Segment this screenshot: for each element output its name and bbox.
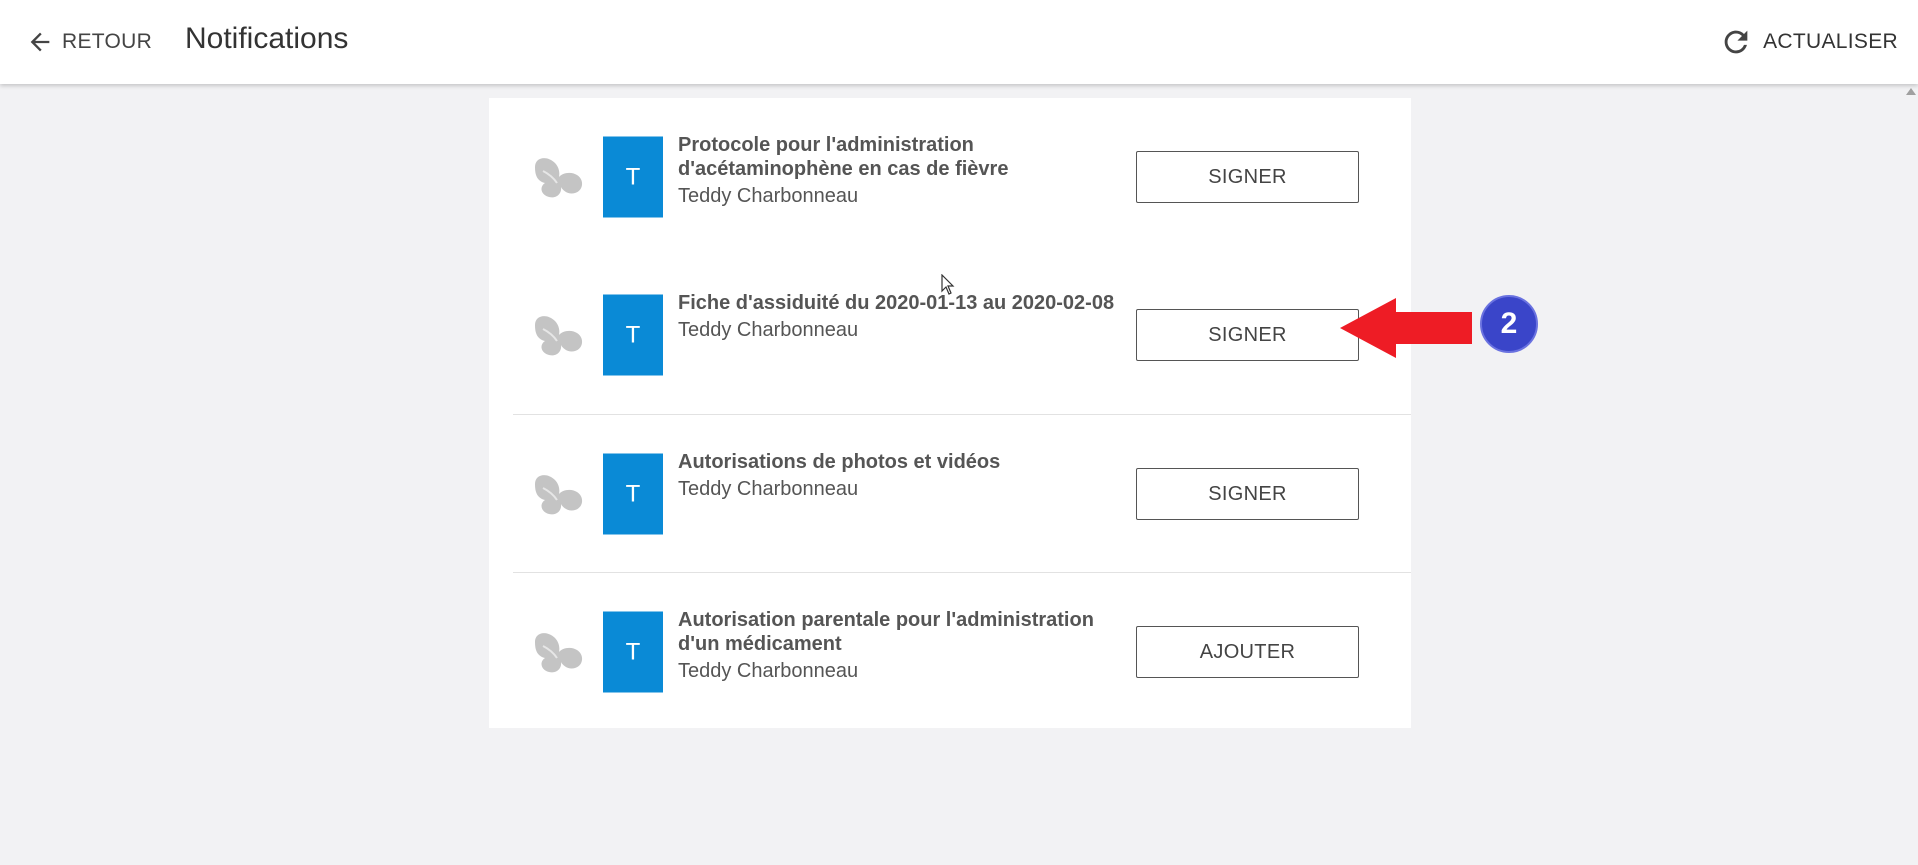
- notification-item: T Autorisations de photos et vidéos Tedd…: [513, 414, 1411, 573]
- sign-button[interactable]: SIGNER: [1136, 468, 1359, 520]
- refresh-label: ACTUALISER: [1763, 30, 1898, 53]
- sign-button[interactable]: SIGNER: [1136, 151, 1359, 203]
- notification-item: T Protocole pour l'administration d'acét…: [513, 98, 1411, 256]
- notification-author: Teddy Charbonneau: [678, 478, 859, 500]
- avatar: T: [603, 136, 663, 218]
- page-title: Notifications: [185, 22, 349, 55]
- notification-title: Autorisation parentale pour l'administra…: [678, 609, 1094, 655]
- notification-info: Autorisation parentale pour l'administra…: [678, 608, 1128, 683]
- arrow-left-icon: [30, 32, 50, 52]
- butterfly-icon: [535, 158, 583, 198]
- notification-info: Fiche d'assiduité du 2020-01-13 au 2020-…: [678, 291, 1128, 342]
- notification-info: Protocole pour l'administration d'acétam…: [678, 133, 1128, 208]
- notification-author: Teddy Charbonneau: [678, 660, 859, 682]
- add-button[interactable]: AJOUTER: [1136, 626, 1359, 678]
- notification-title: Protocole pour l'administration d'acétam…: [678, 134, 1009, 180]
- back-button[interactable]: RETOUR: [26, 26, 152, 58]
- notification-item: T Autorisation parentale pour l'administ…: [513, 572, 1411, 731]
- butterfly-icon: [535, 633, 583, 673]
- avatar: T: [603, 611, 663, 693]
- step-badge: 2: [1480, 295, 1538, 353]
- top-app-bar: RETOUR Notifications ACTUALISER: [0, 0, 1918, 84]
- back-label: RETOUR: [62, 30, 153, 53]
- avatar: T: [603, 294, 663, 376]
- mouse-cursor-icon: [941, 274, 955, 295]
- notification-info: Autorisations de photos et vidéos Teddy …: [678, 450, 1128, 501]
- scrollbar-up-arrow[interactable]: [1906, 88, 1916, 95]
- butterfly-icon: [535, 475, 583, 515]
- notification-author: Teddy Charbonneau: [678, 185, 859, 207]
- notification-title: Fiche d'assiduité du 2020-01-13 au 2020-…: [678, 292, 1115, 314]
- red-arrow-icon: [1340, 298, 1472, 358]
- avatar: T: [603, 453, 663, 535]
- notification-item: T Fiche d'assiduité du 2020-01-13 au 202…: [513, 256, 1411, 414]
- sign-button[interactable]: SIGNER: [1136, 309, 1359, 361]
- notification-author: Teddy Charbonneau: [678, 319, 859, 341]
- notifications-list: T Protocole pour l'administration d'acét…: [489, 98, 1411, 728]
- notification-title: Autorisations de photos et vidéos: [678, 451, 1001, 473]
- refresh-icon: [1724, 30, 1748, 54]
- butterfly-icon: [535, 316, 583, 356]
- refresh-button[interactable]: ACTUALISER: [1719, 24, 1898, 60]
